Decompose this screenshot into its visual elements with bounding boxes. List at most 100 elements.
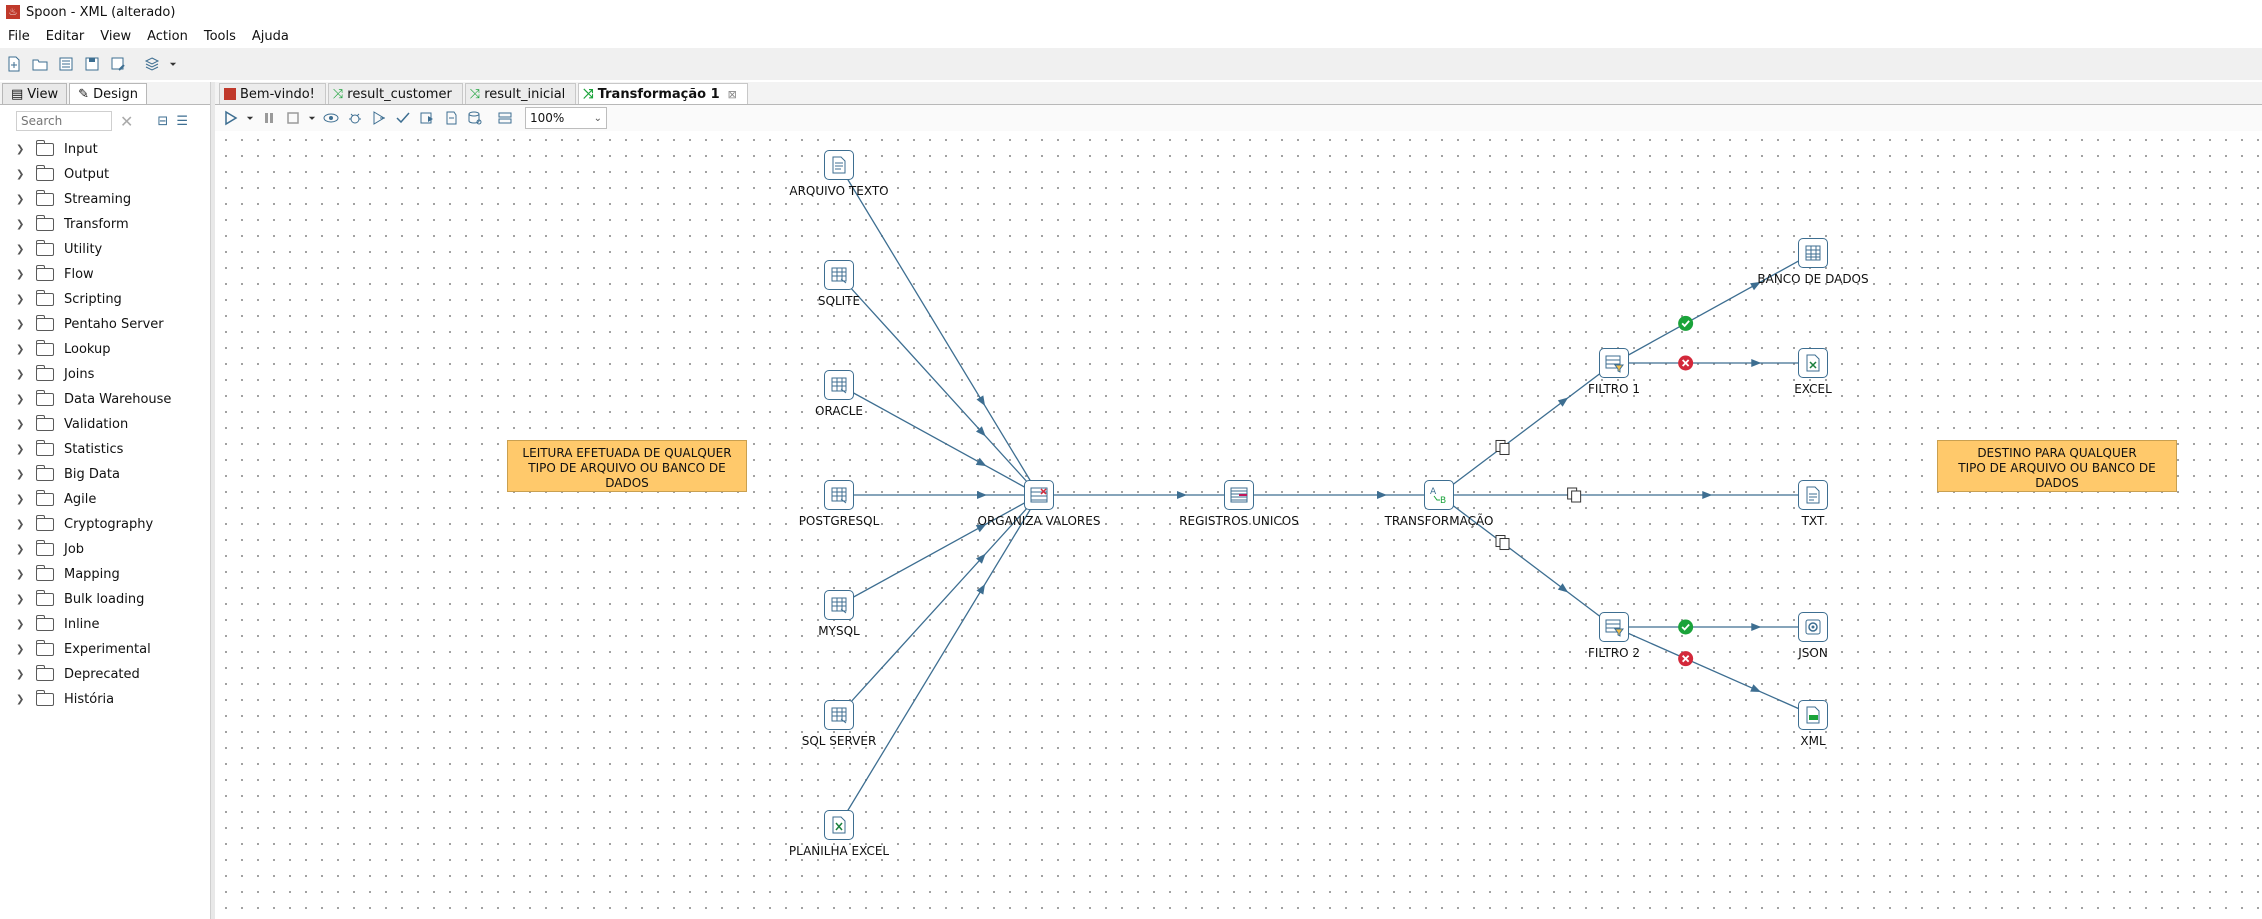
tab-view[interactable]: ▤ View [2,83,68,104]
chevron-right-icon[interactable]: ❯ [16,369,28,380]
clear-search-icon[interactable]: ✕ [120,112,133,131]
stop-icon[interactable] [283,108,303,128]
chevron-right-icon[interactable]: ❯ [16,694,28,705]
tree-category[interactable]: ❯ Validation [0,412,210,437]
save-icon[interactable] [82,54,102,74]
hop-line[interactable] [838,494,1040,826]
step-registros-unicos[interactable] [1224,480,1254,510]
tree-category[interactable]: ❯ Lookup [0,337,210,362]
run-options-chevron-icon[interactable] [245,108,255,128]
explore-db-icon[interactable] [465,108,485,128]
tree-category[interactable]: ❯ Cryptography [0,512,210,537]
chevron-right-icon[interactable]: ❯ [16,669,28,680]
tree-category[interactable]: ❯ Utility [0,237,210,262]
chevron-right-icon[interactable]: ❯ [16,144,28,155]
run-icon[interactable] [221,108,241,128]
step-xml[interactable] [1798,700,1828,730]
tree-category[interactable]: ❯ Data Warehouse [0,387,210,412]
hop-line[interactable] [838,494,1040,716]
step-excel[interactable] [1798,348,1828,378]
tree-category[interactable]: ❯ Agile [0,487,210,512]
tree-category[interactable]: ❯ Inline [0,612,210,637]
chevron-right-icon[interactable]: ❯ [16,394,28,405]
tab-transformacao-1[interactable]: ⤨ Transformação 1 ⊠ [578,83,748,104]
menu-ajuda[interactable]: Ajuda [244,29,297,44]
hop-line[interactable] [838,274,1040,496]
replay-icon[interactable] [369,108,389,128]
save-as-icon[interactable] [108,54,128,74]
tree-category[interactable]: ❯ Transform [0,212,210,237]
step-postgresql[interactable] [824,480,854,510]
chevron-right-icon[interactable]: ❯ [16,294,28,305]
step-planilha-excel[interactable] [824,810,854,840]
step-sql-server[interactable] [824,700,854,730]
tree-category[interactable]: ❯ Input [0,137,210,162]
chevron-right-icon[interactable]: ❯ [16,469,28,480]
tree-category[interactable]: ❯ Streaming [0,187,210,212]
menu-file[interactable]: File [0,29,38,44]
tree-category[interactable]: ❯ História [0,687,210,712]
tab-design[interactable]: ✎ Design [69,83,147,104]
hop-line[interactable] [838,494,1040,606]
sql-icon[interactable] [441,108,461,128]
chevron-right-icon[interactable]: ❯ [16,419,28,430]
chevron-right-icon[interactable]: ❯ [16,319,28,330]
stop-options-chevron-icon[interactable] [307,108,317,128]
tab-result-inicial[interactable]: ⤨ result_inicial [464,83,577,104]
transformation-canvas[interactable]: LEITURA EFETUADA DE QUALQUER TIPO DE ARQ… [218,132,2262,919]
tree-category[interactable]: ❯ Bulk loading [0,587,210,612]
step-mysql[interactable] [824,590,854,620]
chevron-right-icon[interactable]: ❯ [16,519,28,530]
tree-category[interactable]: ❯ Scripting [0,287,210,312]
impact-icon[interactable] [417,108,437,128]
hop-line[interactable] [838,384,1040,496]
collapse-tree-icon[interactable]: ⊟ [157,114,168,129]
explore-repository-icon[interactable] [56,54,76,74]
expand-tree-icon[interactable]: ☰ [176,114,188,129]
tree-category[interactable]: ❯ Big Data [0,462,210,487]
chevron-right-icon[interactable]: ❯ [16,444,28,455]
hop-line[interactable] [1613,252,1814,364]
tree-category[interactable]: ❯ Output [0,162,210,187]
step-banco-de-dados[interactable] [1798,238,1828,268]
step-arquivo-texto[interactable] [824,150,854,180]
zoom-select[interactable]: 100% ⌄ [525,107,607,129]
tree-category[interactable]: ❯ Joins [0,362,210,387]
chevron-right-icon[interactable]: ❯ [16,569,28,580]
note-leitura[interactable]: LEITURA EFETUADA DE QUALQUER TIPO DE ARQ… [507,440,747,492]
tree-category[interactable]: ❯ Experimental [0,637,210,662]
chevron-right-icon[interactable]: ❯ [16,219,28,230]
step-organiza-valores[interactable] [1024,480,1054,510]
step-filtro-1[interactable] [1599,348,1629,378]
pause-icon[interactable] [259,108,279,128]
tree-category[interactable]: ❯ Mapping [0,562,210,587]
steps-search-input[interactable] [16,111,112,131]
tree-category[interactable]: ❯ Pentaho Server [0,312,210,337]
chevron-right-icon[interactable]: ❯ [16,244,28,255]
perspective-layers-icon[interactable] [142,54,162,74]
chevron-down-icon[interactable] [168,54,178,74]
tab-result-customer[interactable]: ⤨ result_customer [327,83,463,104]
step-sqlite[interactable] [824,260,854,290]
open-file-icon[interactable] [30,54,50,74]
tab-bem-vindo[interactable]: Bem-vindo! [219,83,326,104]
menu-tools[interactable]: Tools [196,29,244,44]
chevron-right-icon[interactable]: ❯ [16,344,28,355]
debug-bug-icon[interactable] [345,108,365,128]
note-destino[interactable]: DESTINO PARA QUALQUER TIPO DE ARQUIVO OU… [1937,440,2177,492]
step-transformacao[interactable]: AB [1424,480,1454,510]
step-json[interactable] [1798,612,1828,642]
tree-category[interactable]: ❯ Job [0,537,210,562]
verify-icon[interactable] [393,108,413,128]
tree-category[interactable]: ❯ Flow [0,262,210,287]
chevron-right-icon[interactable]: ❯ [16,594,28,605]
menu-editar[interactable]: Editar [38,29,93,44]
chevron-right-icon[interactable]: ❯ [16,494,28,505]
show-results-icon[interactable] [495,108,515,128]
chevron-right-icon[interactable]: ❯ [16,644,28,655]
step-oracle[interactable] [824,370,854,400]
chevron-right-icon[interactable]: ❯ [16,619,28,630]
close-tab-icon[interactable]: ⊠ [728,88,737,101]
tree-category[interactable]: ❯ Statistics [0,437,210,462]
chevron-right-icon[interactable]: ❯ [16,194,28,205]
